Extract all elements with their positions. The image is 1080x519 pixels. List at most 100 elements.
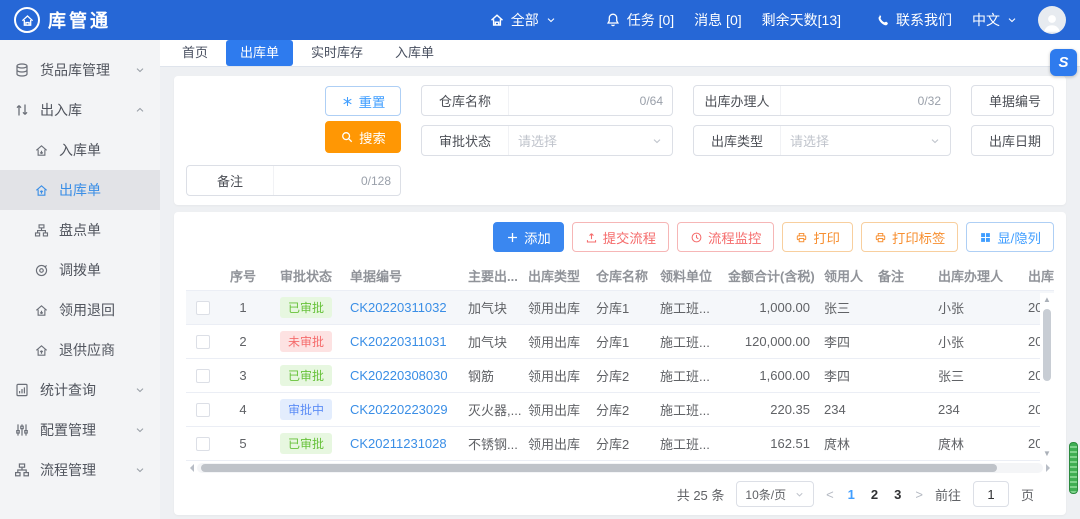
- doc-number-link[interactable]: CK20220311031: [346, 334, 464, 349]
- sidebar-item-requisition-return[interactable]: 领用退回: [0, 290, 160, 330]
- search-button[interactable]: 搜索: [325, 121, 401, 153]
- table-row[interactable]: 2 未审批 CK20220311031 加气块 领用出库 分库1 施工班... …: [186, 325, 1054, 359]
- warehouse-name-field[interactable]: 仓库名称 0/64: [421, 85, 673, 116]
- sidebar-item-inbound-order[interactable]: 入库单: [0, 130, 160, 170]
- scroll-up-arrow[interactable]: ▲: [1043, 295, 1051, 305]
- scroll-left-arrow[interactable]: [186, 464, 194, 472]
- outbound-type-field[interactable]: 出库类型 请选择: [693, 125, 951, 156]
- search-icon: [340, 130, 354, 144]
- outbound-handler-field[interactable]: 出库办理人 0/32: [693, 85, 951, 116]
- submit-flow-button[interactable]: 提交流程: [572, 222, 669, 252]
- col-header-approval-status[interactable]: 审批状态: [266, 266, 346, 285]
- col-header-doc-number[interactable]: 单据编号: [346, 266, 464, 285]
- next-page-button[interactable]: >: [915, 487, 923, 502]
- page-size-select[interactable]: 10条/页: [736, 481, 814, 507]
- warehouse-counter: 0/64: [640, 94, 663, 108]
- app-logo[interactable]: 库管通: [14, 7, 111, 33]
- language-selector[interactable]: 中文: [972, 10, 1018, 30]
- table-row[interactable]: 5 已审批 CK20211231028 不锈钢... 领用出库 分库2 施工班.…: [186, 427, 1054, 461]
- user-avatar[interactable]: [1038, 6, 1066, 34]
- reset-label: 重置: [359, 92, 386, 111]
- row-checkbox[interactable]: [196, 301, 210, 315]
- warehouse-name-label: 仓库名称: [422, 91, 508, 110]
- col-header-recipient[interactable]: 领用人: [820, 266, 874, 285]
- filter-panel: 仓库名称 0/64 出库办理人 0/32 单据编号 0/32: [174, 76, 1066, 205]
- remark-input[interactable]: 0/128: [273, 166, 400, 195]
- scope-label: 全部: [511, 10, 539, 30]
- row-checkbox[interactable]: [196, 335, 210, 349]
- print-label: 打印: [813, 228, 840, 247]
- scroll-down-arrow[interactable]: ▼: [1043, 449, 1051, 459]
- sidebar-item-transfer-order[interactable]: 调拨单: [0, 250, 160, 290]
- doc-number-link[interactable]: CK20220223029: [346, 402, 464, 417]
- horizontal-scrollbar-thumb[interactable]: [201, 464, 997, 472]
- row-checkbox[interactable]: [196, 369, 210, 383]
- show-hide-columns-button[interactable]: 显/隐列: [966, 222, 1054, 252]
- tab-home[interactable]: 首页: [168, 40, 222, 66]
- tasks-link[interactable]: 任务 [0]: [605, 10, 674, 30]
- service-widget-button[interactable]: S: [1050, 49, 1077, 76]
- goto-page-input[interactable]: [973, 481, 1009, 507]
- doc-number-link[interactable]: CK20220311032: [346, 300, 464, 315]
- sidebar-item-in-out[interactable]: 出入库: [0, 90, 160, 130]
- contact-us-link[interactable]: 联系我们: [875, 10, 952, 30]
- tab-outbound-order[interactable]: 出库单: [226, 40, 293, 66]
- warehouse-name-input[interactable]: 0/64: [508, 86, 672, 115]
- page-unit-label: 页: [1021, 485, 1034, 504]
- outbound-date-field[interactable]: 出库日期 -: [971, 125, 1054, 156]
- doc-number-link[interactable]: CK20220308030: [346, 368, 464, 383]
- sidebar: 货品库管理 出入库 入库单 出库单 盘点单 调拨单 领用退回: [0, 40, 160, 519]
- col-header-date[interactable]: 出库日期: [1024, 266, 1054, 285]
- flow-monitor-button[interactable]: 流程监控: [677, 222, 774, 252]
- doc-number-link[interactable]: CK20211231028: [346, 436, 464, 451]
- messages-link[interactable]: 消息 [0]: [694, 10, 741, 30]
- search-label: 搜索: [359, 128, 386, 147]
- col-header-outbound-type[interactable]: 出库类型: [524, 266, 592, 285]
- page-number-2[interactable]: 2: [869, 487, 880, 502]
- days-left[interactable]: 剩余天数[13]: [762, 10, 841, 30]
- add-button[interactable]: 添加: [493, 222, 564, 252]
- main-item: 灭火器,...: [464, 400, 524, 419]
- vertical-scrollbar-thumb[interactable]: [1043, 309, 1051, 381]
- recipient: 庹林: [820, 434, 874, 453]
- col-header-unit[interactable]: 领料单位: [656, 266, 724, 285]
- row-checkbox[interactable]: [196, 437, 210, 451]
- col-header-amount[interactable]: 金额合计(含税): [724, 266, 820, 285]
- table-row[interactable]: 4 审批中 CK20220223029 灭火器,... 领用出库 分库2 施工班…: [186, 393, 1054, 427]
- remark-field[interactable]: 备注 0/128: [186, 165, 401, 196]
- sidebar-item-stocktaking-order[interactable]: 盘点单: [0, 210, 160, 250]
- col-header-remark[interactable]: 备注: [874, 266, 934, 285]
- table-row[interactable]: 3 已审批 CK20220308030 钢筋 领用出库 分库2 施工班... 1…: [186, 359, 1054, 393]
- outbound-type-select[interactable]: 请选择: [780, 126, 950, 155]
- print-button[interactable]: 打印: [782, 222, 853, 252]
- scroll-right-arrow[interactable]: [1046, 464, 1054, 472]
- table-horizontal-scrollbar[interactable]: [186, 462, 1054, 474]
- col-header-main-item[interactable]: 主要出...: [464, 266, 524, 285]
- page-number-3[interactable]: 3: [892, 487, 903, 502]
- row-checkbox[interactable]: [196, 403, 210, 417]
- sidebar-item-goods-management[interactable]: 货品库管理: [0, 50, 160, 90]
- sidebar-item-statistics-query[interactable]: 统计查询: [0, 370, 160, 410]
- col-header-index[interactable]: 序号: [220, 266, 266, 285]
- sidebar-item-return-to-supplier[interactable]: 退供应商: [0, 330, 160, 370]
- reset-button[interactable]: 重置: [325, 86, 401, 116]
- table-vertical-scrollbar[interactable]: ▲ ▼: [1040, 293, 1054, 461]
- horizontal-scrollbar-track[interactable]: [197, 463, 1043, 473]
- scope-selector[interactable]: 全部: [489, 10, 557, 30]
- outbound-handler-input[interactable]: 0/32: [780, 86, 950, 115]
- sidebar-item-workflow-management[interactable]: 流程管理: [0, 450, 160, 490]
- tab-realtime-stock[interactable]: 实时库存: [297, 40, 377, 66]
- tab-inbound-order[interactable]: 入库单: [381, 40, 448, 66]
- col-header-warehouse[interactable]: 仓库名称: [592, 266, 656, 285]
- table-row[interactable]: 1 已审批 CK20220311032 加气块 领用出库 分库1 施工班... …: [186, 291, 1054, 325]
- page-number-1[interactable]: 1: [846, 487, 857, 502]
- approval-status-select[interactable]: 请选择: [508, 126, 672, 155]
- approval-status-field[interactable]: 审批状态 请选择: [421, 125, 673, 156]
- prev-page-button[interactable]: <: [826, 487, 834, 502]
- status-badge: 已审批: [280, 433, 332, 454]
- print-tag-button[interactable]: 打印标签: [861, 222, 958, 252]
- doc-number-field[interactable]: 单据编号 0/32: [971, 85, 1054, 116]
- sidebar-item-outbound-order[interactable]: 出库单: [0, 170, 160, 210]
- sidebar-item-config-management[interactable]: 配置管理: [0, 410, 160, 450]
- col-header-handler[interactable]: 出库办理人: [934, 266, 1024, 285]
